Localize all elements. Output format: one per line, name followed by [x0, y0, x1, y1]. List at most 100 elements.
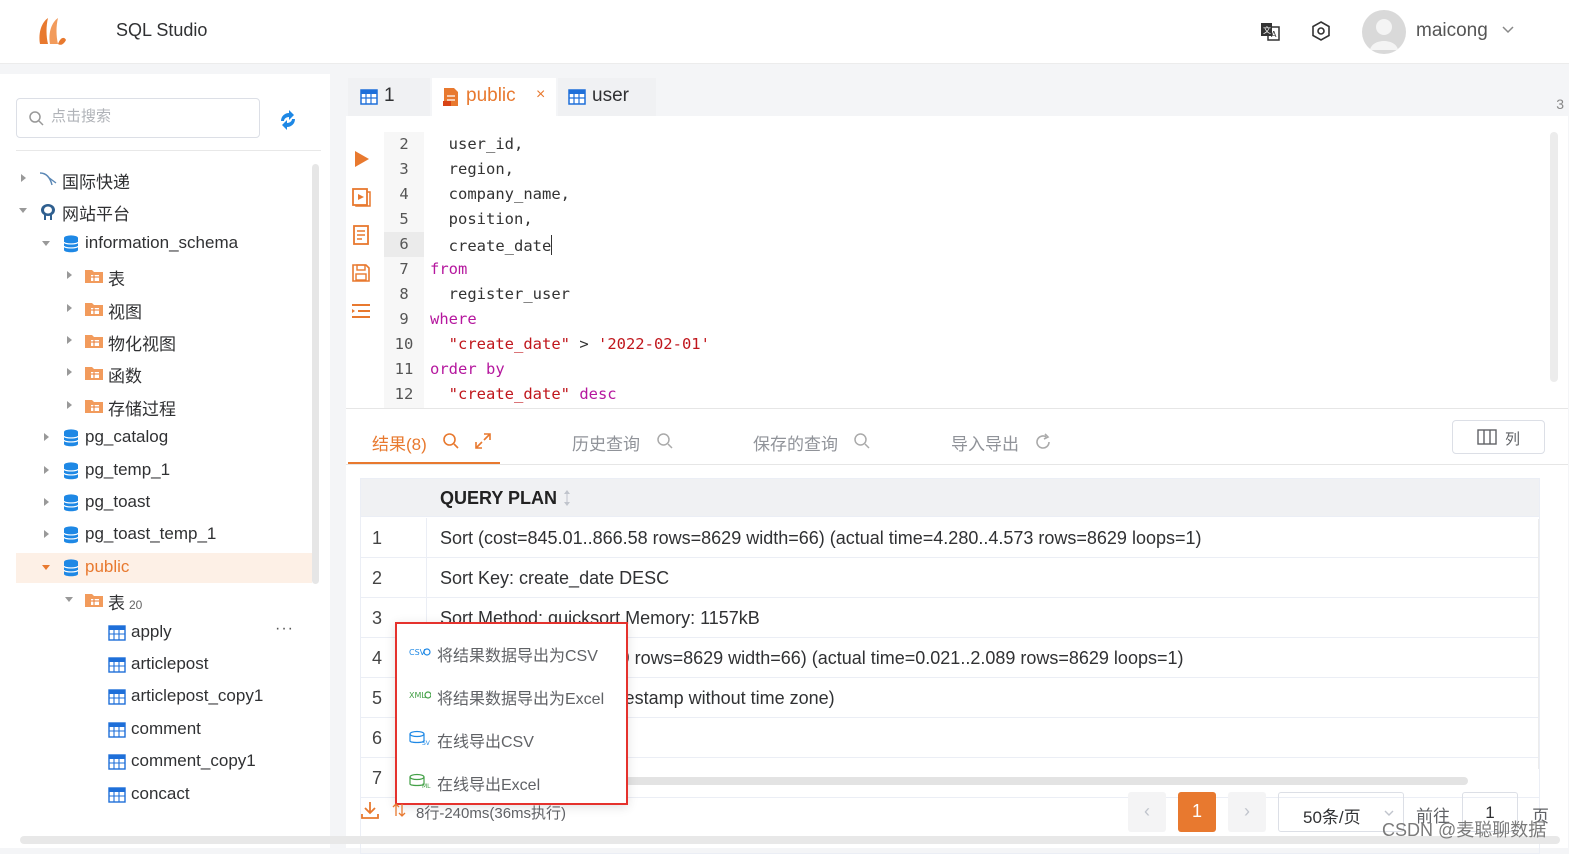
- translate-icon[interactable]: 文 A: [1259, 20, 1281, 42]
- tab-overflow-count[interactable]: 3: [1556, 96, 1564, 112]
- tree-item[interactable]: pg_toast: [16, 488, 312, 518]
- tree-item[interactable]: comment: [16, 715, 312, 745]
- code-line[interactable]: 4 company_name,: [384, 182, 1544, 207]
- row-index: 1: [361, 518, 427, 558]
- list-icon[interactable]: [350, 300, 372, 322]
- tree-item[interactable]: public: [16, 552, 312, 583]
- page-1-button[interactable]: 1: [1178, 792, 1216, 832]
- tree-item[interactable]: concact: [16, 780, 312, 810]
- refresh-icon[interactable]: [1033, 432, 1053, 452]
- code-line[interactable]: 5 position,: [384, 207, 1544, 232]
- query-plan-cell[interactable]: Sort (cost=845.01..866.58 rows=8629 widt…: [440, 528, 1202, 549]
- export-csv-item[interactable]: CSV 将结果数据导出为CSV: [409, 638, 621, 668]
- tree-item[interactable]: 表: [16, 261, 312, 291]
- tree-item[interactable]: 函数: [16, 358, 312, 388]
- tree-item[interactable]: pg_temp_1: [16, 456, 312, 486]
- tree-item[interactable]: 物化视图: [16, 326, 312, 356]
- next-page-button[interactable]: ›: [1228, 792, 1266, 832]
- code-line[interactable]: 9 where: [384, 307, 1544, 332]
- search-input[interactable]: [51, 108, 251, 125]
- tab-user[interactable]: user: [558, 78, 656, 116]
- caret-right-icon[interactable]: [64, 335, 74, 345]
- tree-item[interactable]: articlepost: [16, 650, 312, 680]
- sidebar-scrollbar[interactable]: [312, 164, 319, 584]
- caret-right-icon[interactable]: [64, 367, 74, 377]
- table-row[interactable]: 1 Sort (cost=845.01..866.58 rows=8629 wid…: [361, 518, 1539, 558]
- tree-item[interactable]: 视图: [16, 294, 312, 324]
- more-actions-icon[interactable]: ···: [275, 620, 294, 638]
- caret-down-icon[interactable]: [18, 205, 28, 215]
- top-bar: SQL Studio 文 A maicong: [0, 0, 1569, 64]
- query-plan-cell[interactable]: Sort Key: create_date DESC: [440, 568, 669, 589]
- sort-arrows-icon[interactable]: [392, 802, 406, 818]
- menu-item-label: 在线导出CSV: [437, 734, 534, 751]
- tab-import-export[interactable]: 导入导出: [951, 430, 1050, 455]
- close-icon[interactable]: ×: [536, 86, 545, 104]
- table-count-badge: 20: [129, 598, 143, 613]
- sync-icon[interactable]: [276, 108, 300, 132]
- caret-right-icon[interactable]: [41, 465, 51, 475]
- table-row[interactable]: 2 Sort Key: create_date DESC: [361, 558, 1539, 598]
- save-icon[interactable]: [350, 262, 372, 284]
- grid-scrollbar[interactable]: [1538, 519, 1539, 769]
- page-hscrollbar[interactable]: [20, 836, 1560, 844]
- sort-icon[interactable]: [563, 489, 571, 507]
- search-field[interactable]: [16, 98, 260, 138]
- code-line[interactable]: 6 create_date: [384, 232, 1544, 257]
- tree-item-label: comment: [131, 719, 201, 739]
- caret-right-icon[interactable]: [41, 529, 51, 539]
- tree-item[interactable]: pg_toast_temp_1: [16, 520, 312, 550]
- chevron-down-icon[interactable]: [1500, 22, 1516, 38]
- code-line[interactable]: 11 order by: [384, 357, 1544, 382]
- caret-down-icon[interactable]: [64, 594, 74, 604]
- settings-icon[interactable]: [1310, 20, 1332, 42]
- caret-right-icon[interactable]: [64, 270, 74, 280]
- avatar[interactable]: [1362, 10, 1406, 54]
- online-export-csv-item[interactable]: SV 在线导出CSV: [409, 724, 621, 754]
- search-icon[interactable]: [442, 432, 460, 450]
- download-icon[interactable]: [360, 800, 380, 820]
- caret-right-icon[interactable]: [18, 173, 28, 183]
- caret-right-icon[interactable]: [64, 400, 74, 410]
- tree-item[interactable]: information_schema: [16, 229, 312, 259]
- tree-item-text: 函数: [108, 367, 142, 387]
- tree-item[interactable]: apply ···: [16, 618, 312, 648]
- tree-item[interactable]: 网站平台: [16, 196, 312, 226]
- code-line[interactable]: 2 user_id,: [384, 132, 1544, 157]
- tree-item-label: 视图: [108, 298, 142, 323]
- code-line[interactable]: 8 register_user: [384, 282, 1544, 307]
- tree-item[interactable]: comment_copy1: [16, 747, 312, 777]
- columns-button[interactable]: 列: [1452, 420, 1545, 454]
- code-line[interactable]: 12 "create_date" desc: [384, 382, 1544, 407]
- sql-file-icon: [443, 88, 458, 106]
- format-icon[interactable]: [350, 224, 372, 246]
- code-line[interactable]: 3 region,: [384, 157, 1544, 182]
- code-line[interactable]: 10 "create_date" > '2022-02-01': [384, 332, 1544, 357]
- tree-item[interactable]: 表 20: [16, 585, 312, 615]
- code-line[interactable]: 7 from: [384, 257, 1544, 282]
- expand-icon[interactable]: [474, 432, 492, 450]
- tree-item[interactable]: articlepost_copy1: [16, 682, 312, 712]
- search-icon[interactable]: [853, 432, 871, 450]
- run-selection-icon[interactable]: [350, 186, 372, 208]
- caret-right-icon[interactable]: [41, 432, 51, 442]
- username[interactable]: maicong: [1416, 20, 1488, 42]
- caret-down-icon[interactable]: [41, 238, 51, 248]
- export-excel-item[interactable]: XML 将结果数据导出为Excel: [409, 681, 621, 711]
- caret-right-icon[interactable]: [41, 497, 51, 507]
- column-header[interactable]: QUERY PLAN: [440, 488, 557, 509]
- editor-scrollbar[interactable]: [1550, 132, 1558, 382]
- search-icon[interactable]: [656, 432, 674, 450]
- tree-item[interactable]: 国际快递: [16, 164, 312, 194]
- tab-public[interactable]: public ×: [432, 78, 556, 116]
- tab-saved-queries[interactable]: 保存的查询: [753, 430, 870, 455]
- tab-history[interactable]: 历史查询: [572, 430, 673, 455]
- tab-results[interactable]: 结果(8): [372, 430, 491, 455]
- tree-item[interactable]: 存储过程: [16, 391, 312, 421]
- caret-right-icon[interactable]: [64, 303, 74, 313]
- tab-1[interactable]: 1: [348, 78, 430, 116]
- tree-item[interactable]: pg_catalog: [16, 423, 312, 453]
- caret-down-icon[interactable]: [41, 562, 51, 572]
- run-icon[interactable]: [350, 148, 372, 170]
- prev-page-button[interactable]: ‹: [1128, 792, 1166, 832]
